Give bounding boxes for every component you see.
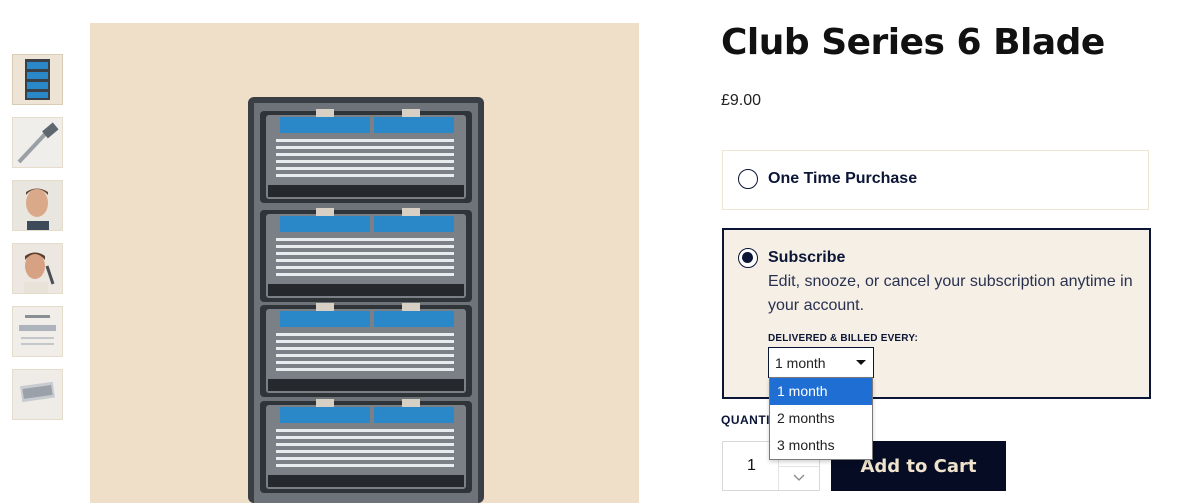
product-price: £9.00 [721,92,762,109]
frequency-option[interactable]: 2 months [770,405,872,432]
blade-line [276,146,454,149]
case-clip [316,303,334,311]
frequency-select[interactable]: 1 month [768,347,874,378]
blade-line [276,457,454,460]
blade-pack-illustration [248,97,484,503]
lubricant-strip [280,407,370,423]
frequency-label: DELIVERED & BILLED EVERY: [768,333,919,344]
lubricant-strip [280,216,370,232]
thumbnail-man-shaving[interactable] [12,180,63,231]
razor-image [13,118,62,167]
thumbnail-gallery [12,54,63,432]
case-clip [316,208,334,216]
guard-bar [268,475,464,487]
infographic-image [13,307,62,356]
one-time-label: One Time Purchase [768,170,918,187]
thumbnail-infographic[interactable] [12,306,63,357]
man-shaving-image [13,181,62,230]
thumbnail-man-with-razor[interactable] [12,243,63,294]
blade-line [276,333,454,336]
lubricant-strip [374,117,454,133]
lubricant-strip [374,311,454,327]
case-clip [402,109,420,117]
case-clip [316,109,334,117]
thumbnail-razor[interactable] [12,117,63,168]
blade-line [276,174,454,177]
blade-line [276,361,454,364]
guard-bar [268,284,464,296]
case-clip [402,303,420,311]
product-title: Club Series 6 Blade [721,22,1105,63]
one-time-purchase-option[interactable]: One Time Purchase [722,150,1149,210]
lubricant-strip [374,407,454,423]
frequency-dropdown-list: 1 month 2 months 3 months [769,377,873,460]
blade-line [276,436,454,439]
cartridge-detail-image [13,370,62,419]
blade-line [276,340,454,343]
blade-line [276,464,454,467]
subscribe-label: Subscribe [768,249,846,266]
case-clip [402,399,420,407]
quantity-value[interactable]: 1 [747,457,756,475]
blade-pack-image [25,59,50,100]
blade-line [276,245,454,248]
blade-line [276,273,454,276]
quantity-decrement-button[interactable] [779,466,819,490]
guard-bar [268,379,464,391]
man-with-razor-image [13,244,62,293]
blade-line [276,252,454,255]
case-clip [402,208,420,216]
frequency-select-value: 1 month [775,355,826,371]
blade-line [276,450,454,453]
blade-line [276,368,454,371]
lubricant-strip [280,311,370,327]
frequency-option[interactable]: 1 month [770,378,872,405]
thumbnail-cartridge-detail[interactable] [12,369,63,420]
case-clip [316,399,334,407]
blade-line [276,266,454,269]
blade-line [276,259,454,262]
blade-line [276,443,454,446]
blade-line [276,167,454,170]
subscribe-description: Edit, snooze, or cancel your subscriptio… [768,273,1133,314]
blade-line [276,347,454,350]
blade-line [276,139,454,142]
guard-bar [268,185,464,197]
subscribe-option[interactable]: Subscribe Edit, snooze, or cancel your s… [722,228,1151,399]
one-time-radio[interactable] [738,169,758,189]
blade-line [276,354,454,357]
chevron-down-icon [856,360,866,365]
blade-line [276,238,454,241]
lubricant-strip [280,117,370,133]
frequency-option[interactable]: 3 months [770,432,872,459]
blade-line [276,153,454,156]
chevron-down-icon [793,474,805,481]
lubricant-strip [374,216,454,232]
subscribe-radio[interactable] [738,248,758,268]
blade-line [276,160,454,163]
thumbnail-blade-pack[interactable] [12,54,63,105]
main-product-image[interactable] [90,23,639,503]
blade-line [276,429,454,432]
